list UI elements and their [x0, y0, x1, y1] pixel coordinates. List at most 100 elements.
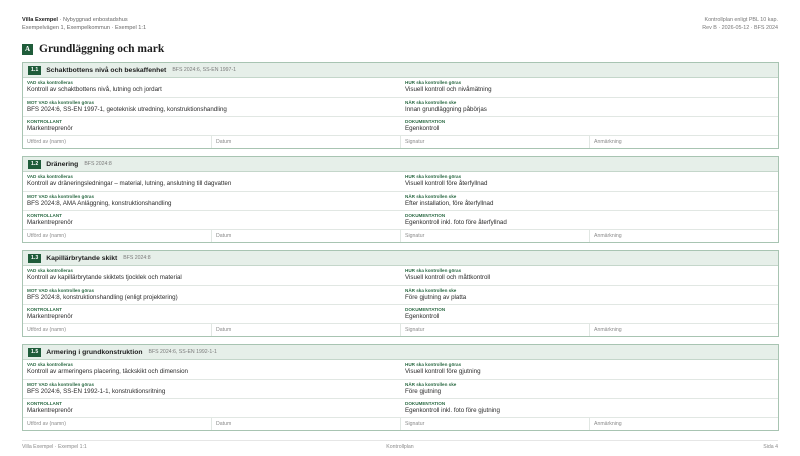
card-title: Dränering [46, 160, 79, 168]
document-info: Kontrollplan enligt PBL 10 kap. Rev B · … [702, 16, 778, 32]
signature-row: Utförd av (namn) Datum Signatur Anmärkni… [23, 324, 778, 336]
card-reference: BFS 2024:6, SS-EN 1992-1-1 [148, 349, 217, 355]
field-value: Egenkontroll inkl. foto före gjutning [405, 407, 500, 414]
field-against: MOT VAD ska kontrollen göras BFS 2024:6, … [23, 98, 401, 117]
remark-field[interactable]: Anmärkning [590, 230, 778, 242]
performed-by-field[interactable]: Utförd av (namn) [23, 418, 212, 430]
field-what: VAD ska kontrolleras Kontroll av schaktbo… [23, 78, 401, 98]
field-what: VAD ska kontrolleras Kontroll av kapillär… [23, 266, 401, 286]
card-title: Kapillärbrytande skikt [46, 254, 118, 262]
performed-by-field[interactable]: Utförd av (namn) [23, 324, 212, 336]
field-controller: KONTROLLANT Markentreprenör [23, 305, 401, 324]
project-address: Exempelvägen 1, Exempelkommun · Exempel … [22, 25, 147, 31]
field-value: Före gjutning av platta [405, 293, 467, 301]
field-against: MOT VAD ska kontrollen göras BFS 2024:6, … [23, 380, 401, 399]
signature-field[interactable]: Signatur [401, 136, 590, 148]
field-documentation: DOKUMENTATION Egenkontroll inkl. foto för… [401, 399, 778, 418]
performed-by-field[interactable]: Utförd av (namn) [23, 230, 212, 242]
field-value: Visuell kontroll och nivåmätning [405, 86, 492, 93]
field-value: Kontroll av kapillärbrytande skiktets tj… [27, 274, 182, 281]
field-when: NÄR ska kontrollen ske Före gjutning av p… [401, 286, 778, 305]
field-value: BFS 2024:6, SS-EN 1997-1, geoteknisk utr… [27, 105, 227, 113]
card-header: 1.2 Dränering BFS 2024:8 [23, 157, 778, 172]
field-value: Markentreprenör [27, 407, 73, 414]
field-value: Efter installation, före återfyllnad [405, 199, 494, 207]
performed-by-field[interactable]: Utförd av (namn) [23, 136, 212, 148]
field-value: Visuell kontroll och måttkontroll [405, 274, 491, 281]
section-heading: Grundläggning och mark [39, 43, 165, 55]
remark-field[interactable]: Anmärkning [590, 324, 778, 336]
document-revision: Rev B · 2026-05-12 · BFS 2024 [702, 25, 778, 31]
page-header: Villa Exempel · Nybyggnad enbostadshus E… [22, 16, 778, 36]
field-how: HUR ska kontrollen göras Visuell kontroll… [401, 172, 778, 192]
remark-field[interactable]: Anmärkning [590, 136, 778, 148]
card-title: Armering i grundkonstruktion [46, 348, 143, 356]
field-value: Visuell kontroll före gjutning [405, 368, 481, 375]
field-value: BFS 2024:6, SS-EN 1992-1-1, konstruktion… [27, 387, 166, 395]
field-what: VAD ska kontrolleras Kontroll av dränerin… [23, 172, 401, 192]
field-against: MOT VAD ska kontrollen göras BFS 2024:8, … [23, 192, 401, 211]
card-title: Schaktbottens nivå och beskaffenhet [46, 66, 167, 74]
card-reference: BFS 2024:8 [84, 161, 112, 167]
signature-row: Utförd av (namn) Datum Signatur Anmärkni… [23, 230, 778, 242]
field-how: HUR ska kontrollen göras Visuell kontroll… [401, 266, 778, 286]
field-documentation: DOKUMENTATION Egenkontroll [401, 117, 778, 136]
field-value: Innan grundläggning påbörjas [405, 105, 487, 113]
card-header: 1.5 Armering i grundkonstruktion BFS 202… [23, 345, 778, 360]
field-when: NÄR ska kontrollen ske Innan grundläggnin… [401, 98, 778, 117]
project-info: Villa Exempel · Nybyggnad enbostadshus E… [22, 16, 146, 32]
field-value: Visuell kontroll före återfyllnad [405, 180, 488, 187]
control-card: 1.1 Schaktbottens nivå och beskaffenhet … [22, 62, 779, 149]
date-field[interactable]: Datum [212, 136, 401, 148]
card-fields: VAD ska kontrolleras Kontroll av schaktbo… [23, 78, 778, 136]
section-badge: A [22, 43, 33, 55]
field-value: Kontroll av schaktbottens nivå, lutning … [27, 86, 162, 93]
card-header: 1.1 Schaktbottens nivå och beskaffenhet … [23, 63, 778, 78]
signature-field[interactable]: Signatur [401, 230, 590, 242]
control-card: 1.5 Armering i grundkonstruktion BFS 202… [22, 344, 779, 431]
date-field[interactable]: Datum [212, 324, 401, 336]
document-type: Kontrollplan enligt PBL 10 kap. [704, 17, 778, 23]
field-what: VAD ska kontrolleras Kontroll av armering… [23, 360, 401, 380]
card-number: 1.1 [28, 65, 42, 75]
field-how: HUR ska kontrollen göras Visuell kontroll… [401, 78, 778, 98]
remark-field[interactable]: Anmärkning [590, 418, 778, 430]
field-value: Markentreprenör [27, 313, 73, 320]
field-documentation: DOKUMENTATION Egenkontroll inkl. foto för… [401, 211, 778, 230]
card-fields: VAD ska kontrolleras Kontroll av armering… [23, 360, 778, 418]
date-field[interactable]: Datum [212, 230, 401, 242]
field-against: MOT VAD ska kontrollen göras BFS 2024:8, … [23, 286, 401, 305]
field-documentation: DOKUMENTATION Egenkontroll [401, 305, 778, 324]
card-reference: BFS 2024:6, SS-EN 1997-1 [172, 67, 237, 73]
field-value: BFS 2024:8, AMA Anläggning, konstruktion… [27, 199, 172, 207]
card-fields: VAD ska kontrolleras Kontroll av dränerin… [23, 172, 778, 230]
page-footer: Villa Exempel · Exempel 1:1 Kontrollplan… [22, 440, 778, 450]
project-subtitle: · Nybyggnad enbostadshus [59, 17, 128, 23]
field-when: NÄR ska kontrollen ske Efter installation… [401, 192, 778, 211]
card-number: 1.5 [28, 347, 42, 357]
field-value: Egenkontroll [405, 313, 440, 320]
control-card: 1.2 Dränering BFS 2024:8 VAD ska kontrol… [22, 156, 779, 243]
card-header: 1.3 Kapillärbrytande skikt BFS 2024:8 [23, 251, 778, 266]
project-name: Villa Exempel [22, 17, 58, 23]
field-value: Markentreprenör [27, 219, 73, 226]
field-controller: KONTROLLANT Markentreprenör [23, 117, 401, 136]
date-field[interactable]: Datum [212, 418, 401, 430]
field-value: Kontroll av dräneringsledningar – materi… [27, 180, 232, 187]
signature-field[interactable]: Signatur [401, 324, 590, 336]
section-title: A Grundläggning och mark [22, 42, 164, 56]
card-reference: BFS 2024:8 [123, 255, 151, 261]
field-value: Före gjutning [405, 387, 442, 395]
field-value: Kontroll av armeringens placering, täcks… [27, 368, 188, 375]
signature-row: Utförd av (namn) Datum Signatur Anmärkni… [23, 136, 778, 148]
signature-field[interactable]: Signatur [401, 418, 590, 430]
card-fields: VAD ska kontrolleras Kontroll av kapillär… [23, 266, 778, 324]
field-value: Egenkontroll inkl. foto före återfyllnad [405, 219, 507, 226]
page-number: Sida 4 [763, 444, 778, 450]
field-controller: KONTROLLANT Markentreprenör [23, 211, 401, 230]
field-when: NÄR ska kontrollen ske Före gjutning [401, 380, 778, 399]
control-card: 1.3 Kapillärbrytande skikt BFS 2024:8 VA… [22, 250, 779, 337]
card-number: 1.3 [28, 253, 42, 263]
signature-row: Utförd av (namn) Datum Signatur Anmärkni… [23, 418, 778, 430]
footer-document: Kontrollplan [386, 444, 414, 450]
